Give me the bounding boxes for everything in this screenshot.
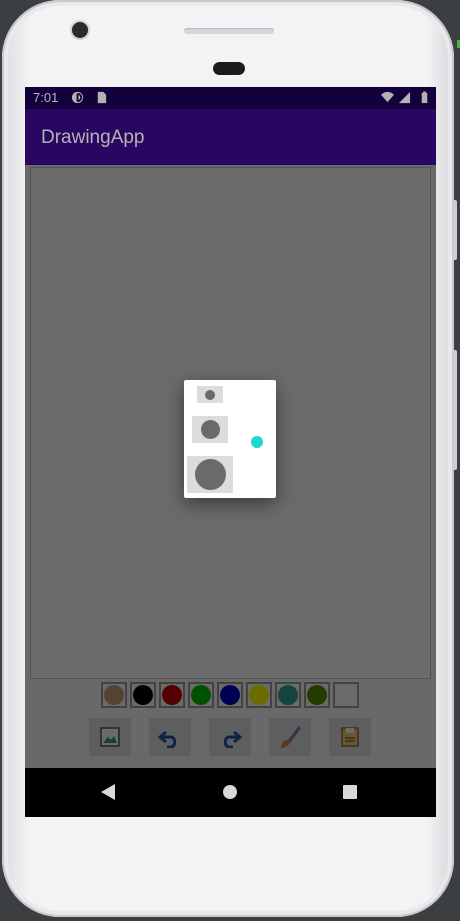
large-brush-button[interactable] xyxy=(187,456,233,493)
phone-frame: 7:01 DrawingApp xyxy=(2,0,457,917)
small-brush-button[interactable] xyxy=(197,386,223,403)
app-bar: DrawingApp xyxy=(25,109,436,165)
notification-icon xyxy=(71,91,84,104)
status-bar: 7:01 xyxy=(25,87,436,109)
back-icon[interactable] xyxy=(101,784,115,800)
power-button xyxy=(453,350,457,470)
signal-icon xyxy=(398,91,411,104)
earpiece-speaker xyxy=(184,28,274,34)
app-title: DrawingApp xyxy=(41,127,145,148)
device-screen: 7:01 DrawingApp xyxy=(25,87,436,817)
battery-icon xyxy=(421,91,428,104)
small-brush-dot xyxy=(205,389,215,400)
recents-icon[interactable] xyxy=(343,785,357,799)
sd-card-icon xyxy=(97,91,107,104)
front-camera xyxy=(72,22,88,38)
volume-button xyxy=(453,200,457,260)
large-brush-dot xyxy=(194,459,226,490)
navigation-bar xyxy=(25,768,436,817)
home-icon[interactable] xyxy=(223,785,237,799)
brush-size-dialog xyxy=(184,380,276,498)
wifi-icon xyxy=(381,91,394,103)
medium-brush-button[interactable] xyxy=(192,416,228,443)
proximity-sensor xyxy=(213,62,245,75)
medium-brush-dot xyxy=(200,420,220,439)
status-time: 7:01 xyxy=(33,90,59,105)
touch-cursor-indicator xyxy=(251,436,263,448)
